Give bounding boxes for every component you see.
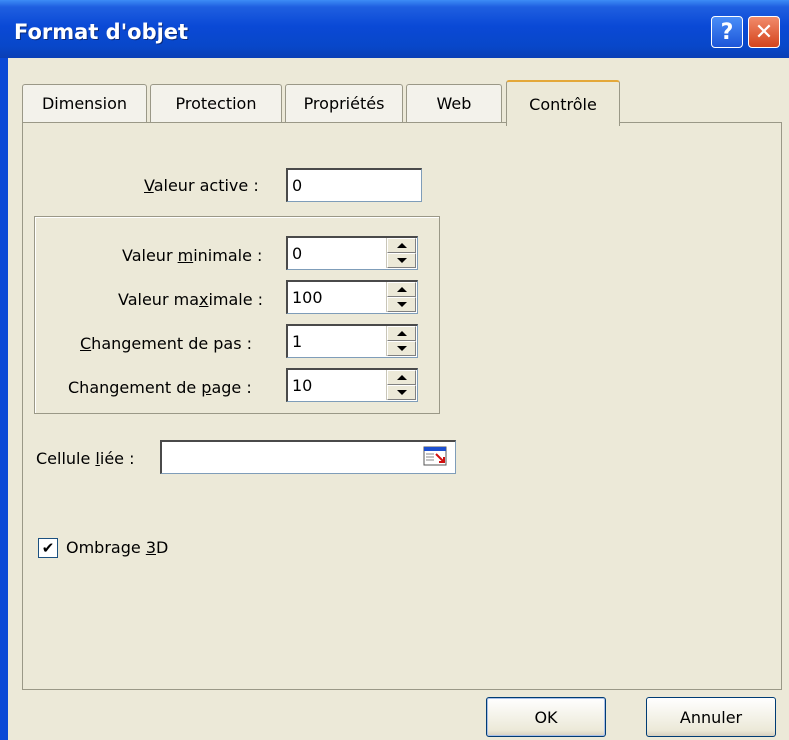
min-value-label: Valeur minimale :: [122, 246, 263, 265]
shading-3d-label: Ombrage 3D: [66, 538, 169, 557]
help-button[interactable]: ?: [711, 16, 743, 48]
arrow-up-icon: [396, 375, 407, 380]
tab-label: Web: [436, 94, 472, 113]
tab-label: Propriétés: [303, 94, 385, 113]
arrow-down-icon: [396, 346, 407, 351]
arrow-up-icon: [396, 287, 407, 292]
checkmark-icon: ✔: [41, 538, 55, 557]
current-value-input[interactable]: 0: [286, 168, 422, 202]
spin-up-button[interactable]: [387, 326, 416, 341]
collapse-dialog-icon[interactable]: [422, 444, 450, 470]
spin-down-button[interactable]: [387, 297, 416, 312]
tab-label: Protection: [175, 94, 257, 113]
tab-protection[interactable]: Protection: [150, 84, 282, 122]
tab-label: Contrôle: [529, 94, 597, 114]
tab-proprietes[interactable]: Propriétés: [285, 84, 403, 122]
linked-cell-input[interactable]: [160, 440, 456, 474]
close-button[interactable]: ✕: [748, 16, 780, 48]
max-value-spinner: [386, 282, 416, 312]
tab-web[interactable]: Web: [406, 84, 502, 122]
arrow-up-icon: [396, 243, 407, 248]
title-bar: Format d'objet ? ✕: [0, 0, 789, 58]
page-change-label: Changement de page :: [68, 378, 252, 397]
step-label: Changement de pas :: [80, 334, 253, 353]
linked-cell-label: Cellule liée :: [36, 449, 135, 468]
shading-3d-checkbox[interactable]: ✔: [38, 538, 58, 558]
spin-up-button[interactable]: [387, 238, 416, 253]
spin-up-button[interactable]: [387, 282, 416, 297]
ok-button-label: OK: [534, 707, 558, 727]
step-spinner: [386, 326, 416, 356]
spin-down-button[interactable]: [387, 341, 416, 356]
arrow-down-icon: [396, 258, 407, 263]
ok-button[interactable]: OK: [486, 697, 606, 737]
close-icon: ✕: [754, 19, 774, 45]
arrow-up-icon: [396, 331, 407, 336]
spin-down-button[interactable]: [387, 385, 416, 400]
arrow-down-icon: [396, 390, 407, 395]
window-frame: [0, 58, 8, 740]
max-value-label: Valeur maximale :: [118, 290, 264, 309]
cancel-button[interactable]: Annuler: [646, 697, 776, 737]
page-change-spinner: [386, 370, 416, 400]
spin-down-button[interactable]: [387, 253, 416, 268]
arrow-down-icon: [396, 302, 407, 307]
current-value-label: Valeur active :: [144, 176, 259, 195]
tab-label: Dimension: [41, 94, 128, 113]
window-title: Format d'objet: [14, 20, 189, 44]
spin-up-button[interactable]: [387, 370, 416, 385]
tab-controle[interactable]: Contrôle: [506, 80, 620, 126]
cancel-button-label: Annuler: [679, 707, 743, 727]
min-value-spinner: [386, 238, 416, 268]
tab-dimension[interactable]: Dimension: [22, 84, 147, 122]
help-icon: ?: [720, 19, 734, 45]
